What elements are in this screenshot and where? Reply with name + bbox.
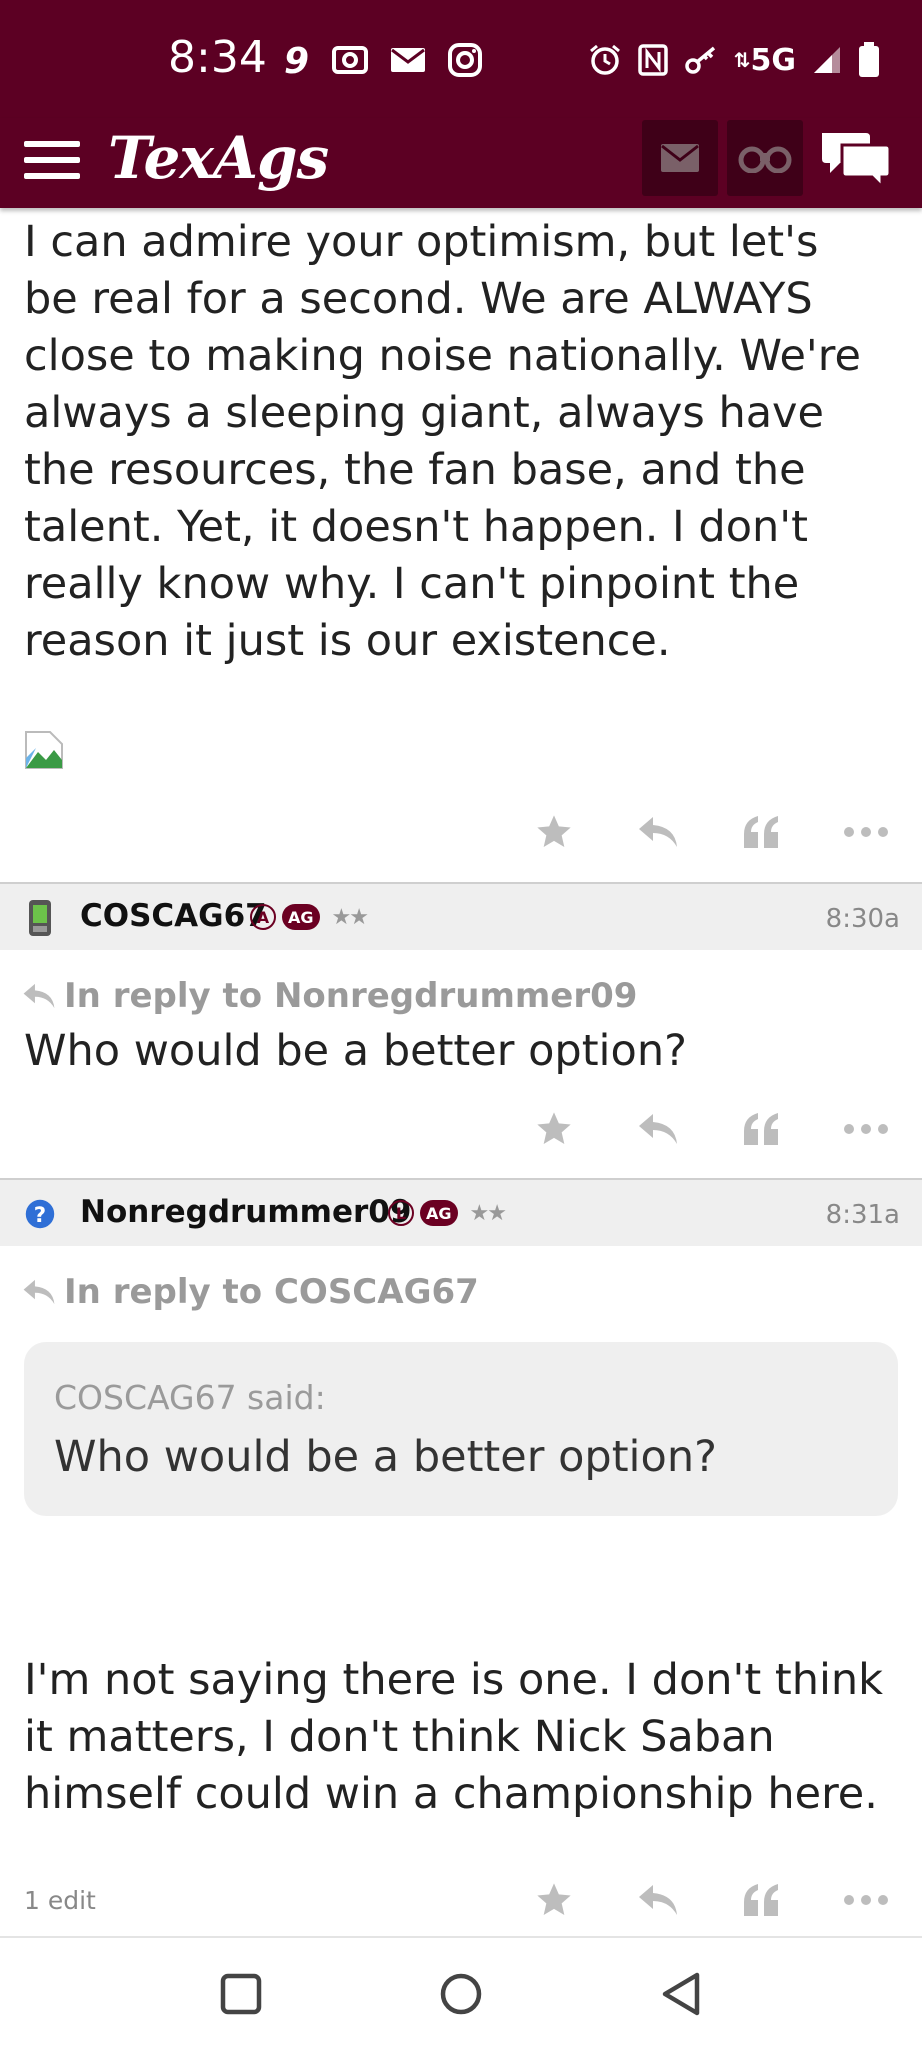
binoculars-button[interactable] (727, 120, 803, 196)
more-icon[interactable] (832, 1872, 900, 1928)
quote-icon[interactable] (728, 1101, 796, 1157)
post-username[interactable]: COSCAG67 (80, 898, 267, 934)
app-header: TexAgs (0, 118, 922, 208)
back-icon[interactable] (655, 1968, 707, 2020)
status-bar: 8:34 9 ⇅ 5G (0, 0, 922, 118)
user-badges: L AG ★★ (388, 1200, 507, 1226)
post-header: COSCAG67 A AG ★★ 8:30a (0, 882, 922, 950)
post-header: ? Nonregdrummer09 L AG ★★ 8:31a (0, 1178, 922, 1246)
badge-ag: AG (282, 904, 320, 930)
signal-icon (812, 40, 842, 80)
quote-icon[interactable] (728, 804, 796, 860)
favorite-icon[interactable] (520, 1101, 588, 1157)
badge-ag: AG (420, 1200, 458, 1226)
status-icons-right: ⇅ 5G (588, 40, 880, 80)
quote-block: COSCAG67 said: Who would be a better opt… (24, 1342, 898, 1516)
favorite-icon[interactable] (520, 1872, 588, 1928)
post-username[interactable]: Nonregdrummer09 (80, 1194, 411, 1230)
more-icon[interactable] (832, 1101, 900, 1157)
quote-text: Who would be a better option? (54, 1432, 717, 1482)
post-actions (520, 1101, 900, 1157)
user-badges: A AG ★★ (250, 904, 369, 930)
nfc-icon (637, 40, 668, 80)
post-actions (520, 1872, 900, 1928)
quote-icon[interactable] (728, 1872, 796, 1928)
post-body: I can admire your optimism, but let's be… (24, 217, 861, 666)
chat-icon (822, 133, 892, 189)
reply-icon[interactable] (624, 1101, 692, 1157)
recents-icon[interactable] (215, 1968, 267, 2020)
key-icon (684, 40, 718, 80)
status-time: 8:34 (168, 32, 267, 83)
battery-icon (858, 40, 880, 80)
mobile-phone-icon (24, 898, 56, 938)
reply-to-text: In reply to COSCAG67 (64, 1272, 479, 1312)
network-type: ⇅ 5G (733, 42, 797, 78)
reply-arrow-icon (23, 1279, 55, 1305)
reply-icon[interactable] (624, 804, 692, 860)
edit-note[interactable]: 1 edit (24, 1886, 96, 1915)
network-label: 5G (750, 42, 797, 78)
more-icon[interactable] (832, 804, 900, 860)
status-icons-left: 9 (282, 40, 482, 80)
chat-button[interactable] (816, 122, 896, 194)
reply-arrow-icon (23, 983, 55, 1009)
nine-app-icon: 9 (282, 40, 310, 80)
post-time: 8:30a (825, 904, 900, 934)
post-actions (520, 804, 900, 860)
system-nav-bar (0, 1936, 922, 2048)
quote-attribution: COSCAG67 said: (54, 1378, 326, 1417)
menu-icon[interactable] (24, 132, 80, 188)
home-icon[interactable] (435, 1968, 487, 2020)
instagram-icon (448, 40, 482, 80)
post-time: 8:31a (825, 1200, 900, 1230)
svg-text:9: 9 (284, 43, 309, 77)
gmail-icon (390, 40, 426, 80)
reply-to-link[interactable]: In reply to Nonregdrummer09 (22, 976, 637, 1016)
broken-image-icon (25, 731, 63, 769)
star-rating: ★★ (331, 904, 369, 929)
badge-letter: L (388, 1200, 414, 1226)
binoculars-icon (738, 146, 792, 173)
mail-icon (661, 144, 699, 172)
site-logo[interactable]: TexAgs (108, 124, 329, 192)
mail-button[interactable] (642, 120, 718, 196)
favorite-icon[interactable] (520, 804, 588, 860)
svg-text:?: ? (34, 1203, 46, 1228)
badge-letter: A (250, 904, 276, 930)
reply-to-text: In reply to Nonregdrummer09 (64, 976, 638, 1016)
post-body: Who would be a better option? (24, 1026, 687, 1076)
post-body: I'm not saying there is one. I don't thi… (24, 1655, 884, 1819)
help-icon: ? (24, 1194, 56, 1234)
reply-icon[interactable] (624, 1872, 692, 1928)
radio-icon (332, 40, 368, 80)
alarm-icon (588, 40, 622, 80)
star-rating: ★★ (469, 1200, 507, 1225)
reply-to-link[interactable]: In reply to COSCAG67 (22, 1272, 479, 1312)
